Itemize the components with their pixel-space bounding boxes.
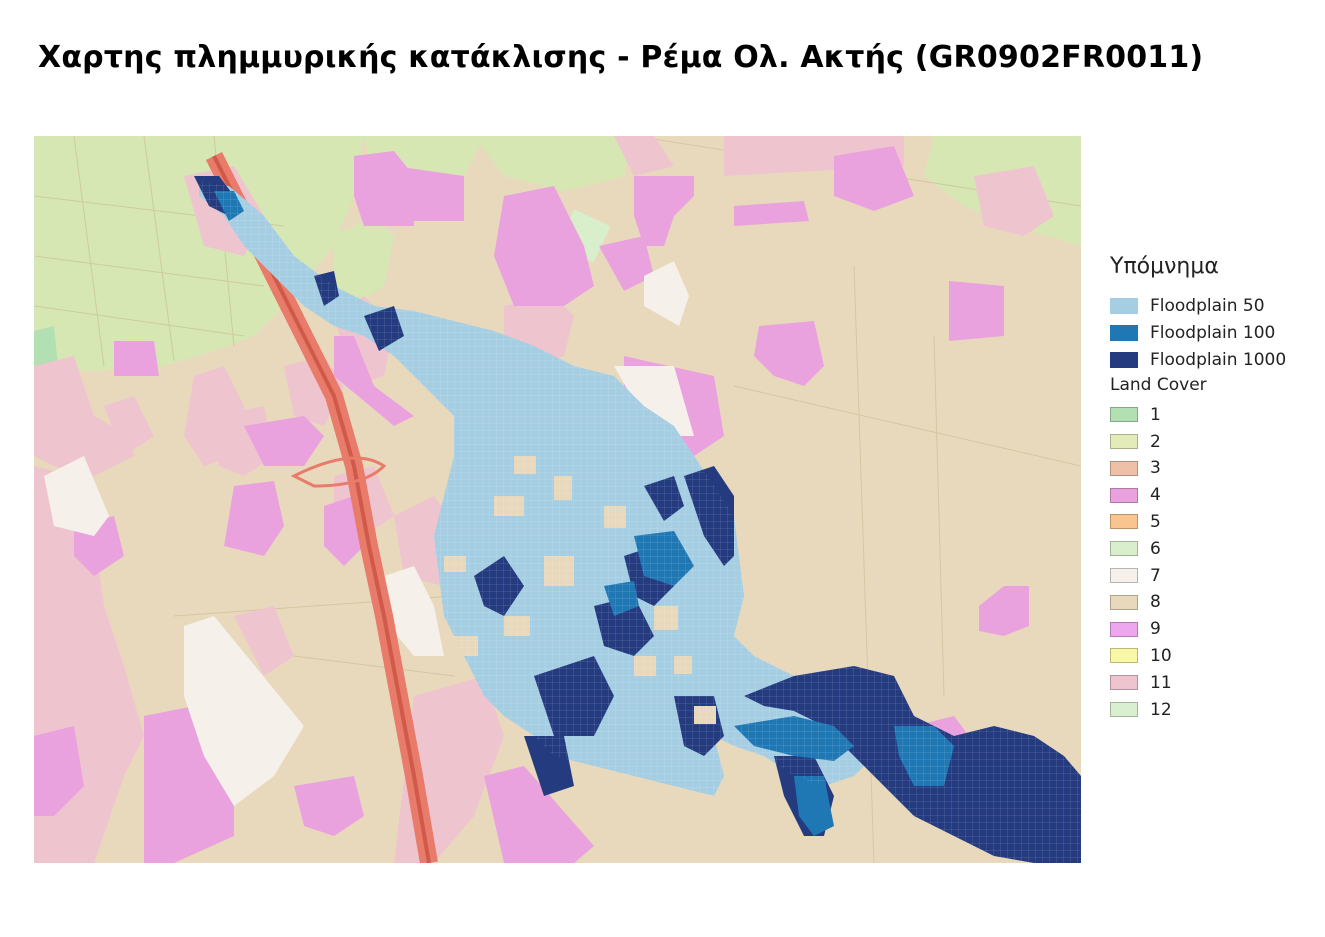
land-cover-legend-item: 12	[1110, 696, 1315, 723]
land-cover-legend-item: 2	[1110, 428, 1315, 455]
floodplain-legend-item: Floodplain 50	[1110, 293, 1315, 320]
land-cover-legend: 1 2 3 4 5 6 7 8 9 10 11 12	[1110, 401, 1315, 723]
floodplain-swatch	[1110, 351, 1138, 368]
floodplain-label: Floodplain 50	[1150, 296, 1265, 317]
land-cover-swatch	[1110, 568, 1138, 584]
land-cover-label: 12	[1150, 699, 1172, 720]
land-cover-legend-item: 7	[1110, 562, 1315, 589]
land-cover-legend-item: 8	[1110, 589, 1315, 616]
land-cover-legend-title: Land Cover	[1110, 375, 1207, 396]
land-cover-label: 8	[1150, 592, 1161, 613]
floodplain-swatch	[1110, 325, 1138, 342]
land-cover-label: 4	[1150, 485, 1161, 506]
map-canvas	[34, 136, 1081, 863]
land-cover-label: 3	[1150, 458, 1161, 479]
floodplain-label: Floodplain 1000	[1150, 349, 1287, 370]
flood-map[interactable]	[34, 136, 1081, 863]
land-cover-label: 7	[1150, 565, 1161, 586]
land-cover-swatch	[1110, 487, 1138, 503]
land-cover-swatch	[1110, 514, 1138, 530]
land-cover-label: 1	[1150, 404, 1161, 425]
floodplain-label: Floodplain 100	[1150, 323, 1276, 344]
land-cover-swatch	[1110, 594, 1138, 610]
land-cover-swatch	[1110, 675, 1138, 691]
land-cover-legend-item: 1	[1110, 401, 1315, 428]
land-cover-label: 11	[1150, 672, 1172, 693]
land-cover-legend-item: 9	[1110, 616, 1315, 643]
land-cover-legend-item: 5	[1110, 509, 1315, 536]
land-cover-swatch	[1110, 648, 1138, 664]
land-cover-swatch	[1110, 621, 1138, 637]
land-cover-legend-item: 6	[1110, 535, 1315, 562]
map-title: Χαρτης πλημμυρικής κατάκλισης - Ρέμα Ολ.…	[38, 40, 1204, 75]
land-cover-legend-item: 11	[1110, 669, 1315, 696]
land-cover-label: 2	[1150, 431, 1161, 452]
floodplain-legend: Floodplain 50 Floodplain 100 Floodplain 10…	[1110, 293, 1315, 373]
land-cover-legend-item: 3	[1110, 455, 1315, 482]
floodplain-swatch	[1110, 298, 1138, 315]
land-cover-swatch	[1110, 407, 1138, 423]
land-cover-swatch	[1110, 702, 1138, 718]
floodplain-legend-item: Floodplain 1000	[1110, 347, 1315, 374]
land-cover-swatch	[1110, 460, 1138, 476]
land-cover-legend-item: 4	[1110, 482, 1315, 509]
land-cover-label: 9	[1150, 619, 1161, 640]
land-cover-label: 10	[1150, 645, 1172, 666]
land-cover-swatch	[1110, 541, 1138, 557]
land-cover-swatch	[1110, 434, 1138, 450]
land-cover-label: 6	[1150, 538, 1161, 559]
floodplain-legend-item: Floodplain 100	[1110, 320, 1315, 347]
legend-title: Υπόμνημα	[1110, 254, 1219, 279]
land-cover-label: 5	[1150, 511, 1161, 532]
land-cover-legend-item: 10	[1110, 643, 1315, 670]
map-legend: Υπόμνημα Floodplain 50 Floodplain 100 Floo…	[1110, 254, 1315, 723]
